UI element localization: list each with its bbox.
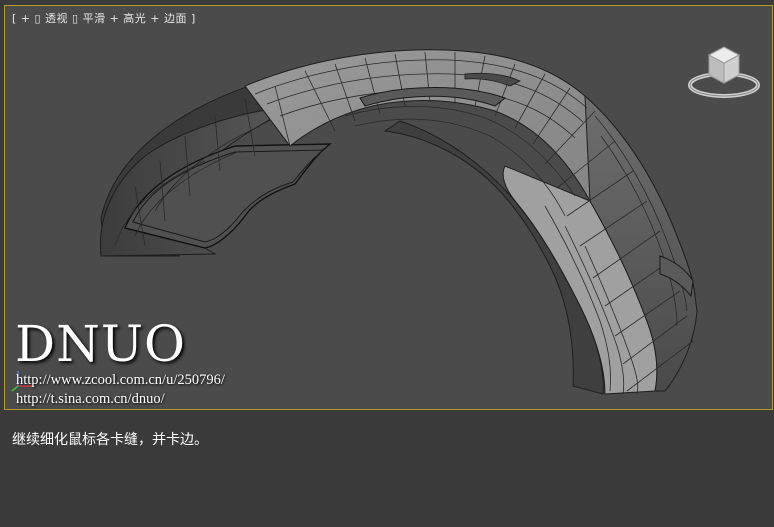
watermark-link-sina: http://t.sina.com.cn/dnuo/	[16, 391, 165, 407]
perspective-viewport[interactable]: [ + ▯ 透视 ▯ 平滑 + 高光 + 边面 ] DNUO http://ww…	[4, 5, 773, 410]
screenshot-page: [ + ▯ 透视 ▯ 平滑 + 高光 + 边面 ] DNUO http://ww…	[0, 0, 774, 527]
caption-text: 继续细化鼠标各卡缝，并卡边。	[12, 432, 208, 448]
watermark-link-zcool: http://www.zcool.com.cn/u/250796/	[16, 372, 225, 388]
viewcube-icon[interactable]	[685, 41, 763, 103]
watermark-title: DNUO	[15, 315, 186, 373]
